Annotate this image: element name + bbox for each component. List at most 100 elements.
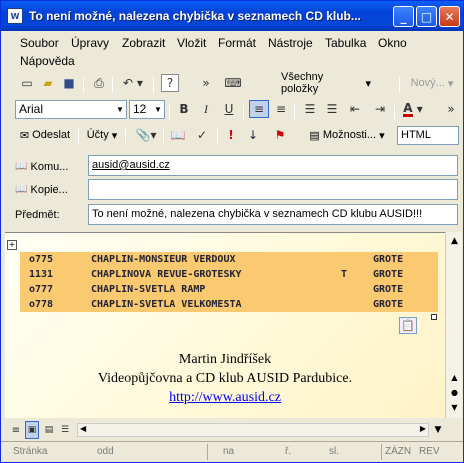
bold-icon[interactable]: B: [175, 100, 193, 118]
options-dropdown[interactable]: ▤ Možnosti... ▾: [301, 126, 393, 144]
scroll-up-arrow-icon[interactable]: ▲: [446, 234, 463, 248]
status-section: odd: [97, 446, 114, 457]
menu-soubor[interactable]: Soubor: [20, 36, 59, 50]
menu-nastroje[interactable]: Nástroje: [268, 36, 313, 50]
message-body[interactable]: + o775 CHAPLIN-MONSIEUR VERDOUX GROTE 1131…: [5, 232, 445, 418]
print-icon[interactable]: ⎙: [90, 74, 108, 92]
status-at: na: [223, 446, 235, 457]
maximize-button[interactable]: □: [416, 6, 437, 27]
scroll-left-arrow-icon[interactable]: ◀: [80, 424, 86, 433]
row-flag: T: [341, 269, 348, 280]
row-publisher: GROTE: [373, 269, 404, 280]
address-book-icon: 📖: [15, 184, 28, 195]
next-page-icon[interactable]: ▼: [446, 400, 463, 414]
normal-view-icon[interactable]: ≡: [9, 421, 23, 439]
status-rec[interactable]: ZÁZN: [385, 446, 411, 457]
message-format-combo[interactable]: HTML: [397, 126, 459, 145]
address-book-icon: 📖: [15, 161, 28, 172]
browse-object-icon[interactable]: ●: [446, 386, 463, 398]
check-names-icon[interactable]: ✓: [191, 126, 213, 144]
row-publisher: GROTE: [373, 299, 404, 310]
send-label: Odeslat: [32, 129, 71, 141]
font-size-combo[interactable]: 12 ▼: [129, 100, 165, 119]
font-name-combo[interactable]: Arial ▼: [15, 100, 127, 119]
chevron-down-icon[interactable]: ▼: [114, 101, 126, 118]
close-button[interactable]: ✕: [439, 6, 460, 27]
resize-handle[interactable]: [431, 314, 437, 320]
separator: [394, 103, 395, 119]
accounts-dropdown[interactable]: Účty ▾: [84, 126, 120, 144]
status-bar: Stránka odd na ř. sl. ZÁZN REV: [1, 441, 463, 462]
row-code: o775: [29, 254, 54, 265]
menu-vlozit[interactable]: Vložit: [177, 36, 206, 50]
all-items-dropdown[interactable]: Všechny položky ▾: [281, 71, 371, 95]
subject-field[interactable]: To není možné, nalezena chybička v sezna…: [88, 204, 458, 225]
italic-icon[interactable]: I: [197, 100, 215, 118]
row-title: CHAPLIN-SVETLA VELKOMESTA: [91, 299, 242, 310]
undo-icon[interactable]: ↶ ▾: [118, 74, 148, 92]
menu-format[interactable]: Formát: [218, 36, 256, 50]
signature-link[interactable]: http://www.ausid.cz: [5, 390, 445, 406]
menu-bar: Soubor Úpravy Zobrazit Vložit Formát Nás…: [1, 32, 463, 70]
status-divider: [381, 444, 382, 460]
attach-paperclip-icon[interactable]: 📎▾: [133, 126, 159, 144]
numbered-list-icon[interactable]: ☰: [301, 100, 319, 118]
application-window: W To není možné, nalezena chybička v sez…: [0, 0, 464, 463]
new-item-dropdown[interactable]: Nový... ▾: [407, 74, 457, 92]
web-layout-view-icon[interactable]: ▣: [25, 421, 39, 439]
scroll-right-arrow-icon[interactable]: ▶: [420, 424, 426, 433]
title-bar[interactable]: W To není možné, nalezena chybička v sez…: [1, 1, 463, 31]
table-move-handle-icon[interactable]: +: [7, 240, 17, 250]
view-buttons-bar: ≡ ▣ ▤ ☰ ◀ ▶ ▼: [5, 421, 445, 439]
menu-zobrazit[interactable]: Zobrazit: [122, 36, 165, 50]
toolbar-overflow-chevron-icon[interactable]: »: [445, 100, 457, 118]
cc-label-button[interactable]: 📖 Kopie...: [15, 179, 68, 200]
chevron-down-icon[interactable]: ▼: [152, 101, 164, 118]
keyboard-icon[interactable]: ⌨: [223, 74, 243, 92]
previous-page-icon[interactable]: ▲: [446, 370, 463, 384]
low-importance-icon[interactable]: ↓: [245, 126, 261, 144]
row-publisher: GROTE: [373, 284, 404, 295]
print-layout-view-icon[interactable]: ▤: [42, 421, 56, 439]
font-color-icon[interactable]: A ▾: [399, 100, 427, 118]
decrease-indent-icon[interactable]: ⇤: [346, 100, 364, 118]
font-name-value: Arial: [19, 102, 44, 116]
help-icon[interactable]: ?: [161, 74, 179, 92]
accounts-label: Účty: [86, 129, 109, 141]
new-document-icon[interactable]: ▭: [18, 74, 36, 92]
separator: [169, 103, 170, 119]
row-title: CHAPLINOVA REVUE-GROTESKY: [91, 269, 242, 280]
scroll-down-arrow-icon[interactable]: ▼: [431, 421, 445, 439]
vertical-scrollbar[interactable]: ▲ ▲ ● ▼: [445, 232, 462, 418]
window-title: To není možné, nalezena chybička v sezna…: [29, 9, 361, 23]
minimize-button[interactable]: _: [393, 6, 414, 27]
cc-field[interactable]: [88, 179, 458, 200]
flag-icon[interactable]: ⚑: [271, 126, 289, 144]
align-center-icon[interactable]: ≡: [272, 100, 290, 118]
message-format-value: HTML: [401, 129, 431, 141]
menu-upravy[interactable]: Úpravy: [71, 36, 109, 50]
open-folder-icon[interactable]: ▰: [39, 74, 57, 92]
underline-icon[interactable]: U: [220, 100, 238, 118]
menu-okno[interactable]: Okno: [378, 36, 407, 50]
paste-options-icon[interactable]: 📋: [399, 317, 417, 334]
menu-napoveda[interactable]: Nápověda: [20, 54, 75, 68]
align-left-icon[interactable]: ≡: [249, 100, 269, 118]
toolbar-overflow-chevron-icon[interactable]: »: [199, 74, 213, 92]
horizontal-scrollbar[interactable]: ◀ ▶: [77, 423, 429, 437]
word-app-icon[interactable]: W: [7, 8, 23, 24]
outline-view-icon[interactable]: ☰: [58, 421, 72, 439]
status-line: ř.: [285, 446, 292, 457]
send-button[interactable]: ✉ Odeslat: [15, 126, 75, 144]
increase-indent-icon[interactable]: ⇥: [371, 100, 389, 118]
menu-tabulka[interactable]: Tabulka: [325, 36, 366, 50]
bulleted-list-icon[interactable]: ☰: [323, 100, 341, 118]
save-icon[interactable]: ■: [60, 74, 78, 92]
status-rev[interactable]: REV: [419, 446, 440, 457]
address-book-icon[interactable]: 📖: [169, 126, 187, 144]
options-icon: ▤: [309, 129, 320, 142]
high-importance-icon[interactable]: !: [223, 126, 239, 144]
to-field[interactable]: ausid@ausid.cz: [88, 155, 458, 176]
to-label-button[interactable]: 📖 Komu...: [15, 156, 68, 177]
separator: [153, 77, 154, 93]
